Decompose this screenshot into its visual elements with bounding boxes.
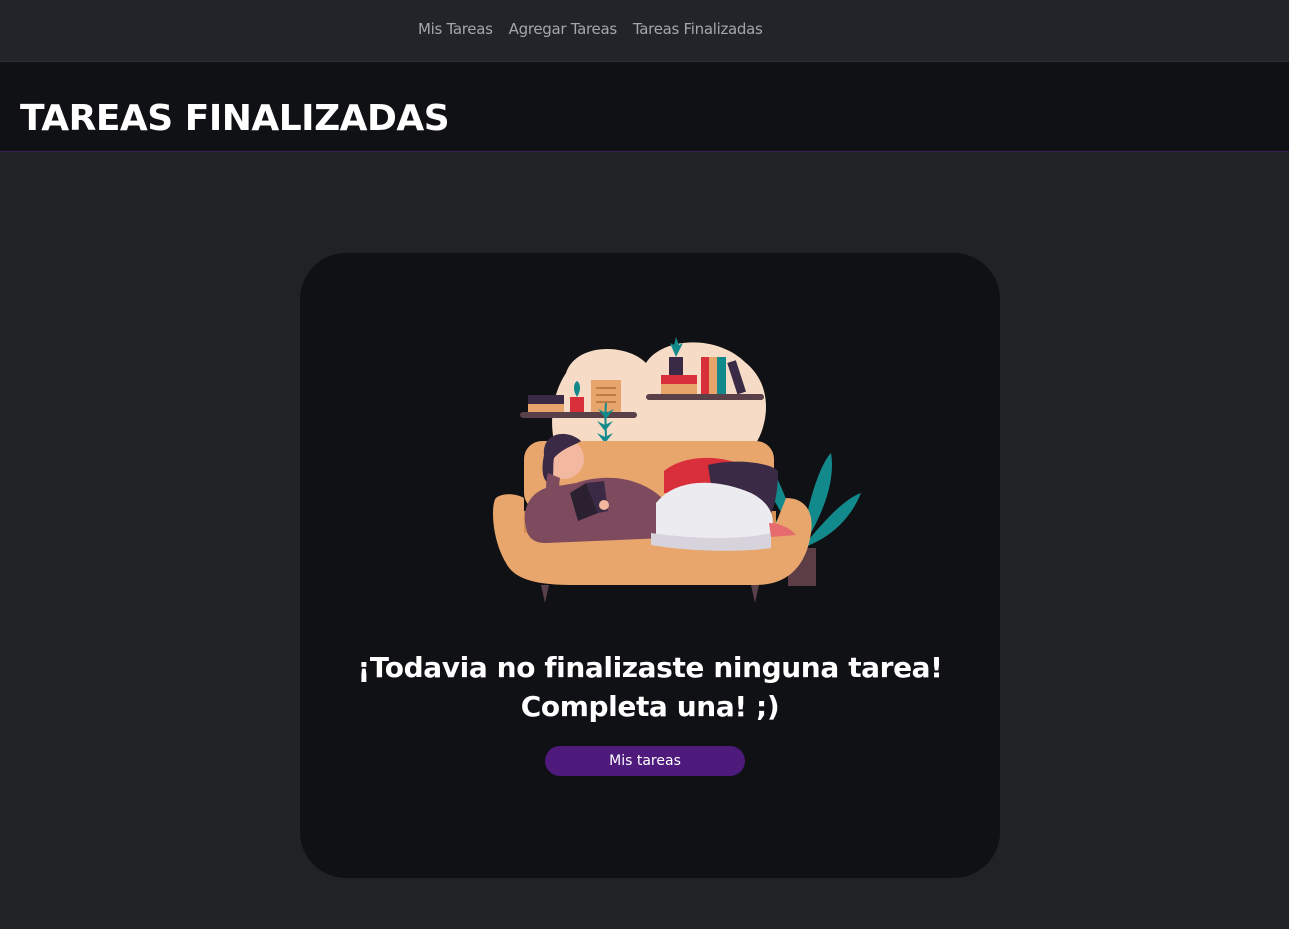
page-header: TAREAS FINALIZADAS (0, 62, 1289, 152)
nav-link-mis-tareas[interactable]: Mis Tareas (418, 20, 493, 38)
empty-state-message: ¡Todavia no finalizaste ninguna tarea! C… (300, 648, 1000, 726)
empty-state-message-line1: ¡Todavia no finalizaste ninguna tarea! (357, 651, 943, 684)
empty-state-card: ¡Todavia no finalizaste ninguna tarea! C… (300, 253, 1000, 878)
top-navbar: Mis Tareas Agregar Tareas Tareas Finaliz… (0, 0, 1289, 62)
nav-links: Mis Tareas Agregar Tareas Tareas Finaliz… (418, 20, 763, 38)
nav-link-tareas-finalizadas[interactable]: Tareas Finalizadas (633, 20, 763, 38)
nav-link-agregar-tareas[interactable]: Agregar Tareas (509, 20, 618, 38)
empty-state-message-line2: Completa una! ;) (520, 690, 780, 723)
page-title: TAREAS FINALIZADAS (20, 98, 450, 139)
woman-reading-on-sofa-illustration (493, 337, 861, 603)
mis-tareas-button[interactable]: Mis tareas (545, 746, 745, 776)
